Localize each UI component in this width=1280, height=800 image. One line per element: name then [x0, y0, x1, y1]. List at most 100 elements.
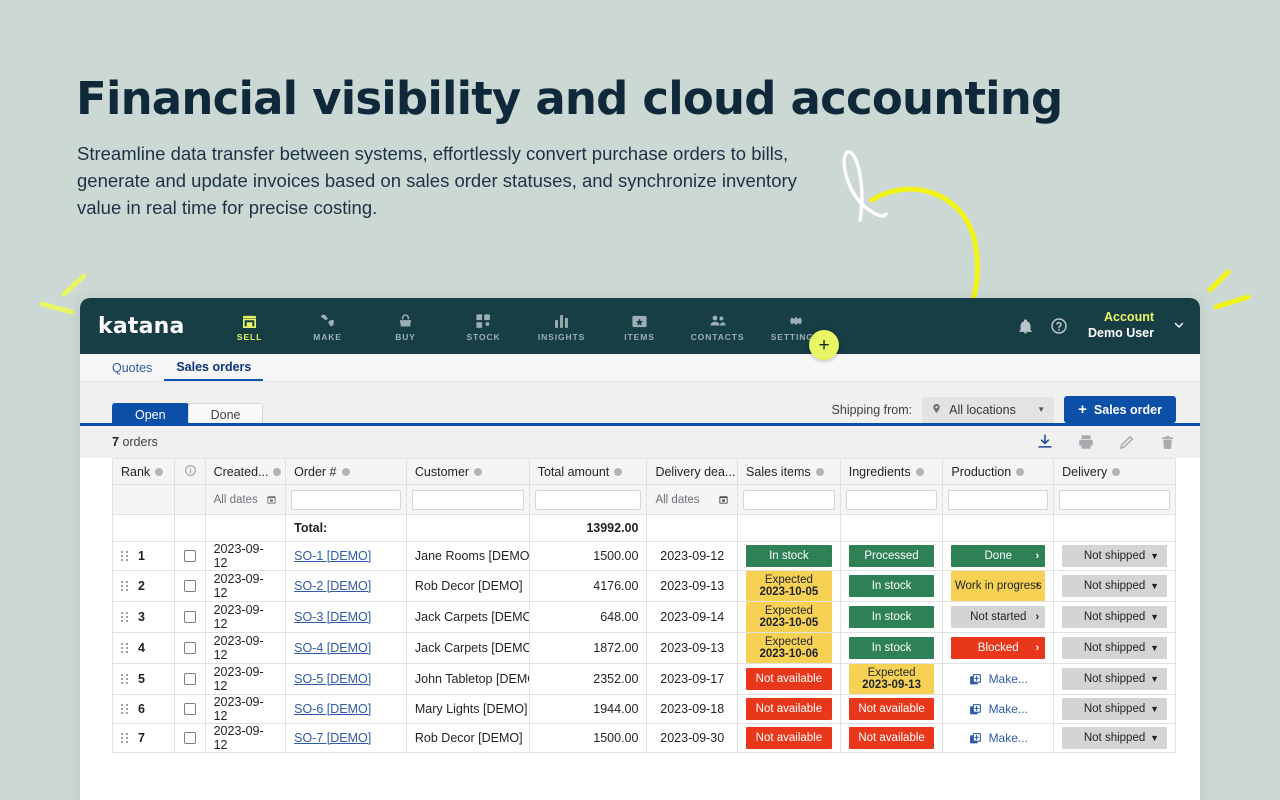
drag-handle-icon[interactable]	[121, 551, 128, 561]
column-header-delivery-deadline[interactable]: Delivery dea...	[646, 458, 739, 485]
cell-sales-items-badge[interactable]: Not available	[746, 668, 832, 690]
cell-ingredients[interactable]: In stock	[839, 601, 944, 633]
column-header-customer[interactable]: Customer	[405, 458, 530, 485]
cell-order-number[interactable]: SO-1 [DEMO]	[285, 541, 407, 571]
info-circle-icon[interactable]	[184, 464, 197, 477]
order-link[interactable]: SO-5 [DEMO]	[294, 672, 371, 686]
cell-production[interactable]: Blocked ›	[942, 632, 1055, 664]
location-select[interactable]: All locations ▼	[922, 396, 1055, 423]
column-header-sales-items[interactable]: Sales items	[737, 458, 841, 485]
cell-sales-items-badge[interactable]: Expected 2023-10-05	[746, 571, 832, 601]
table-row[interactable]: 6 2023-09-12 SO-6 [DEMO] Mary Lights [DEMO]…	[111, 694, 1176, 724]
cell-ingredients[interactable]: In stock	[839, 570, 944, 602]
filter-sales-items-input[interactable]	[743, 489, 835, 510]
cell-select[interactable]	[174, 694, 206, 724]
column-header-order-number[interactable]: Order #	[285, 458, 407, 485]
nav-item-buy[interactable]: BUY	[367, 298, 445, 354]
column-header-ingredients[interactable]: Ingredients	[839, 458, 944, 485]
filter-ingredients[interactable]	[839, 484, 944, 515]
add-new-button[interactable]: +	[809, 330, 839, 360]
cell-order-number[interactable]: SO-2 [DEMO]	[285, 570, 407, 602]
cell-delivery-badge[interactable]: Not shipped ▼	[1062, 545, 1167, 567]
filter-customer[interactable]	[405, 484, 530, 515]
cell-select[interactable]	[174, 541, 206, 571]
cell-ingredients-badge[interactable]: Processed	[848, 545, 935, 567]
cell-delivery-badge[interactable]: Not shipped ▼	[1062, 698, 1167, 720]
cell-delivery-badge[interactable]: Not shipped ▼	[1062, 606, 1167, 628]
table-row[interactable]: 1 2023-09-12 SO-1 [DEMO] Jane Rooms [DEMO] 1…	[111, 541, 1176, 571]
make-action[interactable]: Make...	[951, 696, 1045, 722]
cell-ingredients-badge[interactable]: In stock	[848, 575, 935, 597]
cell-delivery-badge[interactable]: Not shipped ▼	[1062, 668, 1167, 690]
cell-production-badge[interactable]: Done ›	[951, 545, 1046, 567]
edit-pencil-icon[interactable]	[1118, 433, 1136, 451]
drag-handle-icon[interactable]	[121, 674, 128, 684]
delete-trash-icon[interactable]	[1159, 434, 1176, 451]
filter-production[interactable]	[942, 484, 1055, 515]
cell-production[interactable]: Make...	[942, 723, 1055, 753]
cell-sales-items[interactable]: Not available	[737, 694, 841, 724]
cell-delivery-badge[interactable]: Not shipped ▼	[1062, 575, 1167, 597]
column-header-total-amount[interactable]: Total amount	[528, 458, 648, 485]
info-icon[interactable]	[614, 467, 623, 476]
make-action[interactable]: Make...	[951, 725, 1045, 751]
info-icon[interactable]	[155, 467, 164, 476]
filter-delivery[interactable]	[1053, 484, 1176, 515]
cell-delivery[interactable]: Not shipped ▼	[1053, 570, 1176, 602]
cell-sales-items[interactable]: Expected 2023-10-05	[737, 601, 841, 633]
info-icon[interactable]	[341, 467, 350, 476]
drag-handle-icon[interactable]	[121, 612, 128, 622]
cell-order-number[interactable]: SO-4 [DEMO]	[285, 632, 407, 664]
row-checkbox[interactable]	[184, 642, 196, 654]
nav-item-contacts[interactable]: CONTACTS	[679, 298, 757, 354]
row-checkbox[interactable]	[184, 550, 196, 562]
new-sales-order-button[interactable]: + Sales order	[1064, 396, 1176, 423]
filter-created-date[interactable]: All dates	[204, 484, 287, 515]
info-icon[interactable]	[474, 467, 483, 476]
info-icon[interactable]	[815, 467, 824, 476]
order-link[interactable]: SO-4 [DEMO]	[294, 641, 371, 655]
filter-order-number[interactable]	[285, 484, 407, 515]
cell-delivery-badge[interactable]: Not shipped ▼	[1062, 637, 1167, 659]
cell-sales-items[interactable]: In stock	[737, 541, 841, 571]
table-row[interactable]: 3 2023-09-12 SO-3 [DEMO] Jack Carpets [DEMO…	[111, 601, 1176, 633]
nav-item-items[interactable]: ITEMS	[601, 298, 679, 354]
row-checkbox[interactable]	[184, 732, 196, 744]
column-header-production[interactable]: Production	[942, 458, 1055, 485]
cell-order-number[interactable]: SO-7 [DEMO]	[285, 723, 407, 753]
tab-sales-orders[interactable]: Sales orders	[164, 354, 264, 381]
cell-delivery[interactable]: Not shipped ▼	[1053, 663, 1176, 695]
row-checkbox[interactable]	[184, 673, 196, 685]
drag-handle-icon[interactable]	[121, 643, 128, 653]
calendar-icon[interactable]	[718, 494, 729, 505]
cell-sales-items-badge[interactable]: Not available	[746, 698, 832, 720]
help-circle-icon[interactable]	[1050, 317, 1068, 335]
order-link[interactable]: SO-6 [DEMO]	[294, 702, 371, 716]
cell-select[interactable]	[174, 663, 206, 695]
cell-delivery[interactable]: Not shipped ▼	[1053, 723, 1176, 753]
drag-handle-icon[interactable]	[121, 733, 128, 743]
cell-production-badge[interactable]: Not started ›	[951, 606, 1046, 628]
filter-production-input[interactable]	[948, 489, 1049, 510]
filter-amount-input[interactable]	[534, 489, 642, 510]
cell-ingredients-badge[interactable]: In stock	[848, 637, 935, 659]
cell-order-number[interactable]: SO-5 [DEMO]	[285, 663, 407, 695]
cell-ingredients-badge[interactable]: Not available	[848, 698, 935, 720]
filter-delivery-input[interactable]	[1059, 489, 1170, 510]
row-checkbox[interactable]	[184, 703, 196, 715]
filter-deadline-date[interactable]: All dates	[646, 484, 739, 515]
cell-order-number[interactable]: SO-6 [DEMO]	[285, 694, 407, 724]
cell-ingredients-badge[interactable]: Expected 2023-09-13	[848, 664, 935, 694]
cell-delivery[interactable]: Not shipped ▼	[1053, 541, 1176, 571]
filter-sales-items[interactable]	[737, 484, 841, 515]
cell-production-badge[interactable]: Work in progress ›	[951, 571, 1046, 601]
cell-production-badge[interactable]: Blocked ›	[951, 637, 1046, 659]
cell-delivery[interactable]: Not shipped ▼	[1053, 632, 1176, 664]
column-header-created[interactable]: Created...	[204, 458, 287, 485]
info-icon[interactable]	[915, 467, 924, 476]
filter-ingredients-input[interactable]	[845, 489, 938, 510]
chevron-down-icon[interactable]	[1170, 318, 1186, 335]
table-row[interactable]: 4 2023-09-12 SO-4 [DEMO] Jack Carpets [DEMO…	[111, 632, 1176, 664]
cell-sales-items[interactable]: Expected 2023-10-06	[737, 632, 841, 664]
table-row[interactable]: 2 2023-09-12 SO-2 [DEMO] Rob Decor [DEMO] 41…	[111, 570, 1176, 602]
